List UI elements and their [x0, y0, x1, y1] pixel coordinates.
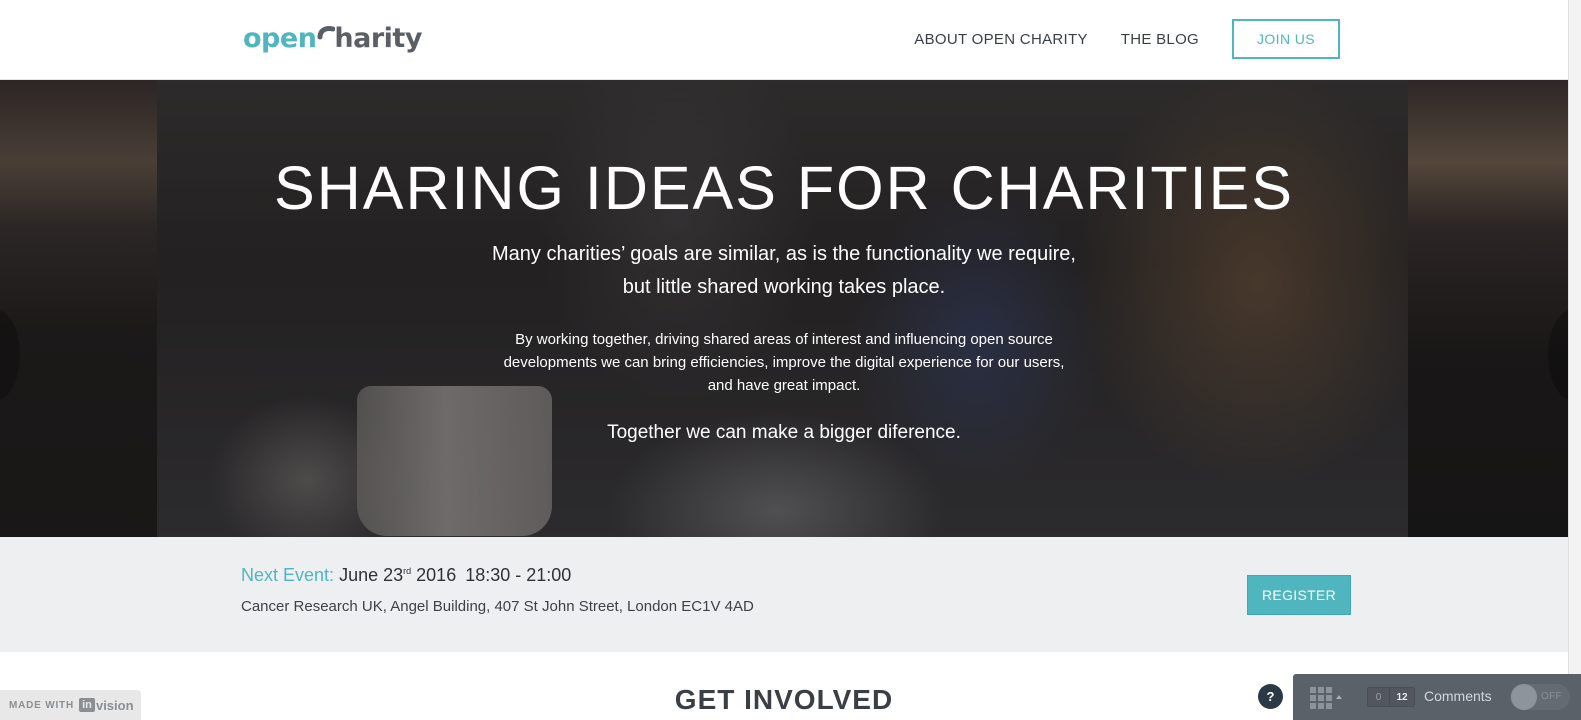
event-date-suffix: rd [403, 566, 412, 576]
hero-title: SHARING IDEAS FOR CHARITIES [274, 154, 1294, 222]
hero-body-text: By working together, driving shared area… [503, 331, 1065, 394]
toggle-knob [1511, 684, 1537, 710]
join-us-button[interactable]: JOIN US [1232, 19, 1340, 59]
event-datetime: Next Event: June 23rd 2016 18:30 - 21:00 [241, 565, 571, 586]
invision-logo-icon: in [78, 698, 95, 712]
logo-open-text: open [243, 22, 317, 54]
hero-lead-text: Many charities’ goals are similar, as is… [492, 243, 1076, 298]
badge-made-with-text: MADE WITH [9, 699, 74, 711]
open-charity-logo[interactable]: open harity [243, 20, 422, 56]
main-nav: ABOUT OPEN CHARITY THE BLOG JOIN US [914, 19, 1340, 59]
counter-current: 0 [1368, 688, 1390, 706]
hero-content: SHARING IDEAS FOR CHARITIES Many chariti… [0, 80, 1568, 537]
counter-total: 12 [1396, 691, 1408, 703]
grid-menu-icon[interactable] [1310, 687, 1332, 709]
toggle-state-label: OFF [1541, 691, 1562, 702]
logo-charity-text: harity [334, 22, 422, 54]
comments-label[interactable]: Comments [1424, 688, 1492, 704]
comments-toggle[interactable]: OFF [1510, 684, 1570, 710]
hero-banner: SHARING IDEAS FOR CHARITIES Many chariti… [0, 80, 1568, 537]
logo-c-mark-icon [317, 26, 336, 49]
event-date-year: 2016 [416, 565, 457, 585]
site-header: open harity ABOUT OPEN CHARITY THE BLOG … [0, 0, 1568, 80]
invision-logo-text: vision [95, 697, 134, 713]
caret-up-icon[interactable] [1336, 695, 1342, 699]
event-time: 18:30 - 21:00 [465, 565, 572, 585]
screen-counter: 0 12 [1367, 687, 1415, 707]
hero-tagline: Together we can make a bigger diference. [607, 422, 961, 443]
event-address: Cancer Research UK, Angel Building, 407 … [241, 598, 754, 615]
made-with-invision-badge[interactable]: MADE WITH in vision [0, 690, 141, 720]
event-label: Next Event: [241, 565, 335, 585]
nav-the-blog[interactable]: THE BLOG [1121, 31, 1199, 48]
help-icon[interactable]: ? [1258, 684, 1283, 709]
event-date-day: June 23 [339, 565, 404, 585]
next-event-bar: Next Event: June 23rd 2016 18:30 - 21:00… [0, 537, 1568, 652]
page-scrollbar[interactable] [1568, 0, 1581, 720]
nav-about-open-charity[interactable]: ABOUT OPEN CHARITY [914, 31, 1087, 48]
comments-toolbar: 0 12 Comments OFF [1293, 674, 1581, 720]
register-button[interactable]: REGISTER [1247, 575, 1351, 615]
